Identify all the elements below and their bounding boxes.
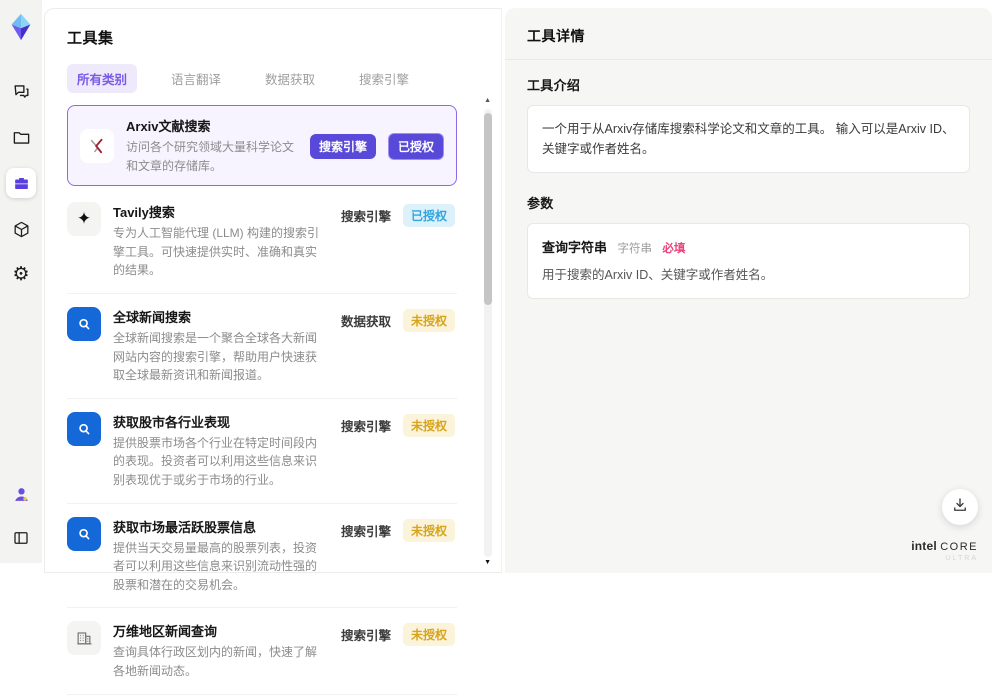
tool-meta: 搜索引擎 未授权 (340, 518, 455, 542)
news-search-app-icon (67, 411, 101, 446)
scrollbar-thumb[interactable] (484, 113, 492, 305)
status-badge: 未授权 (402, 623, 455, 647)
tool-card[interactable]: 全球新闻搜索全球新闻搜索是一个聚合全球各大新闻网站内容的搜索引擎，帮助用户快速获… (67, 294, 457, 399)
package-icon (12, 220, 31, 239)
layout-icon (12, 529, 30, 547)
tool-name: 万维地区新闻查询 (113, 624, 218, 640)
tool-card-body: 全球新闻搜索全球新闻搜索是一个聚合全球各大新闻网站内容的搜索引擎，帮助用户快速获… (113, 307, 327, 385)
tool-list: Arxiv文献搜索 访问各个研究领域大量科学论文和文章的存储库。 搜索引擎 已授权 ✦ T… (67, 105, 477, 695)
param-header: 查询字符串 字符串 必填 (542, 237, 955, 257)
tool-description: 提供当天交易量最高的股票列表，投资者可以利用这些信息来识别流动性强的股票和潜在的… (113, 540, 318, 592)
news-search-app-icon (67, 516, 101, 551)
gear-icon: ⚙ (12, 264, 30, 285)
category-label: 搜索引擎 (340, 419, 391, 434)
download-icon (951, 496, 969, 519)
category-label: 数据获取 (340, 314, 391, 329)
tool-card-body: 获取股市各行业表现提供股票市场各个行业在特定时间段内的表现。投资者可以利用这些信… (113, 412, 327, 490)
tool-meta: 搜索引擎 已授权 (340, 204, 455, 228)
sidebar-item-panel-toggle[interactable] (6, 523, 36, 553)
tool-name: 获取股市各行业表现 (113, 414, 231, 430)
category-tabs: 所有类别 语言翻译 数据获取 搜索引擎 (67, 64, 477, 93)
status-badge: 未授权 (402, 413, 455, 437)
left-sidebar: ⚙ (0, 0, 42, 563)
chat-icon (12, 82, 31, 101)
status-pill[interactable]: 已授权 (387, 132, 444, 160)
briefcase-icon (12, 174, 31, 193)
tool-card-body: 获取市场最活跃股票信息提供当天交易量最高的股票列表，投资者可以利用这些信息来识别… (113, 517, 327, 595)
tab-data-fetch[interactable]: 数据获取 (255, 64, 325, 93)
sidebar-item-profile[interactable] (6, 479, 36, 509)
intel-core-logo: intel CORE ULTRA (911, 539, 978, 563)
tool-description: 专为人工智能代理 (LLM) 构建的搜索引擎工具。可快速提供实时、准确和真实的结… (113, 226, 320, 278)
param-card: 查询字符串 字符串 必填 用于搜索的Arxiv ID、关键字或作者姓名。 (527, 223, 970, 299)
tool-name: Arxiv文献搜索 (126, 119, 211, 134)
tool-card-body: Tavily搜索专为人工智能代理 (LLM) 构建的搜索引擎工具。可快速提供实时… (113, 202, 327, 280)
sidebar-item-settings[interactable]: ⚙ (6, 260, 36, 290)
status-badge: 已授权 (402, 204, 455, 228)
page-title: 工具集 (67, 30, 114, 47)
download-button[interactable] (942, 489, 978, 525)
param-required-badge: 必填 (662, 243, 686, 255)
category-pill[interactable]: 搜索引擎 (309, 133, 376, 159)
status-badge: 未授权 (402, 308, 455, 332)
tool-description: 全球新闻搜索是一个聚合全球各大新闻网站内容的搜索引擎，帮助用户快速获取全球最新资… (113, 330, 318, 383)
tool-name: 获取市场最活跃股票信息 (113, 519, 257, 535)
params-heading: 参数 (527, 196, 554, 211)
folder-icon (12, 128, 31, 147)
tool-description: 查询具体行政区划内的新闻，快速了解各地新闻动态。 (113, 645, 318, 678)
tool-meta: 搜索引擎 未授权 (340, 413, 455, 437)
tab-translate[interactable]: 语言翻译 (161, 64, 231, 93)
tool-meta: 搜索引擎 未授权 (340, 623, 455, 647)
scrollbar-track[interactable] (484, 109, 492, 557)
category-label: 搜索引擎 (340, 629, 391, 644)
news-search-app-icon (67, 306, 101, 341)
intro-heading: 工具介绍 (527, 78, 581, 93)
detail-title: 工具详情 (505, 26, 992, 60)
tab-all[interactable]: 所有类别 (67, 64, 138, 93)
category-label: 搜索引擎 (340, 210, 391, 225)
tool-description: 访问各个研究领域大量科学论文和文章的存储库。 (126, 140, 295, 173)
sidebar-item-package[interactable] (6, 214, 36, 244)
tool-card[interactable]: 获取市场最活跃股票信息提供当天交易量最高的股票列表，投资者可以利用这些信息来识别… (67, 504, 457, 609)
tool-card-body: Arxiv文献搜索访问各个研究领域大量科学论文和文章的存储库。 (126, 116, 296, 175)
tool-card[interactable]: 万维地区新闻查询 查询具体行政区划内的新闻，快速了解各地新闻动态。 搜索引擎 未授权 (67, 608, 457, 695)
tool-card[interactable]: ✦ Tavily搜索专为人工智能代理 (LLM) 构建的搜索引擎工具。可快速提供实… (67, 189, 457, 294)
toolset-panel: 工具集 所有类别 语言翻译 数据获取 搜索引擎 Arxiv文献搜索 访问各个研究领域大量… (44, 8, 502, 695)
tavily-icon: ✦ (67, 202, 101, 237)
param-type: 字符串 (617, 243, 652, 255)
status-badge: 未授权 (402, 518, 455, 542)
tool-detail-panel: 工具详情 工具介绍 一个用于从Arxiv存储库搜索科学论文和文章的工具。 输入可… (505, 8, 992, 573)
tool-name: Tavily搜索 (113, 205, 175, 221)
category-label: 搜索引擎 (340, 524, 391, 539)
arxiv-icon (80, 128, 114, 163)
tool-meta: 数据获取 未授权 (340, 308, 455, 332)
building-news-icon (67, 621, 101, 656)
tool-card-body: 万维地区新闻查询查询具体行政区划内的新闻，快速了解各地新闻动态。 (113, 621, 327, 680)
intro-text: 一个用于从Arxiv存储库搜索科学论文和文章的工具。 输入可以是Arxiv ID… (527, 105, 970, 173)
tool-card[interactable]: 获取股市各行业表现提供股票市场各个行业在特定时间段内的表现。投资者可以利用这些信… (67, 399, 457, 504)
tool-meta: 搜索引擎 已授权 (309, 132, 444, 160)
tool-card[interactable]: Arxiv文献搜索访问各个研究领域大量科学论文和文章的存储库。 搜索引擎 已授权 (67, 105, 457, 187)
app-logo[interactable] (6, 12, 36, 42)
param-desc: 用于搜索的Arxiv ID、关键字或作者姓名。 (542, 268, 774, 282)
sidebar-item-folder[interactable] (6, 122, 36, 152)
tab-search-engine[interactable]: 搜索引擎 (349, 64, 419, 93)
avatar-icon (12, 485, 31, 504)
sidebar-item-chat[interactable] (6, 76, 36, 106)
scrollbar-up-arrow[interactable]: ▲ (484, 97, 491, 104)
tool-name: 全球新闻搜索 (113, 309, 192, 325)
sidebar-item-toolbox[interactable] (6, 168, 36, 198)
tool-description: 提供股票市场各个行业在特定时间段内的表现。投资者可以利用这些信息来识别表现优于或… (113, 435, 318, 487)
param-name: 查询字符串 (542, 240, 608, 255)
